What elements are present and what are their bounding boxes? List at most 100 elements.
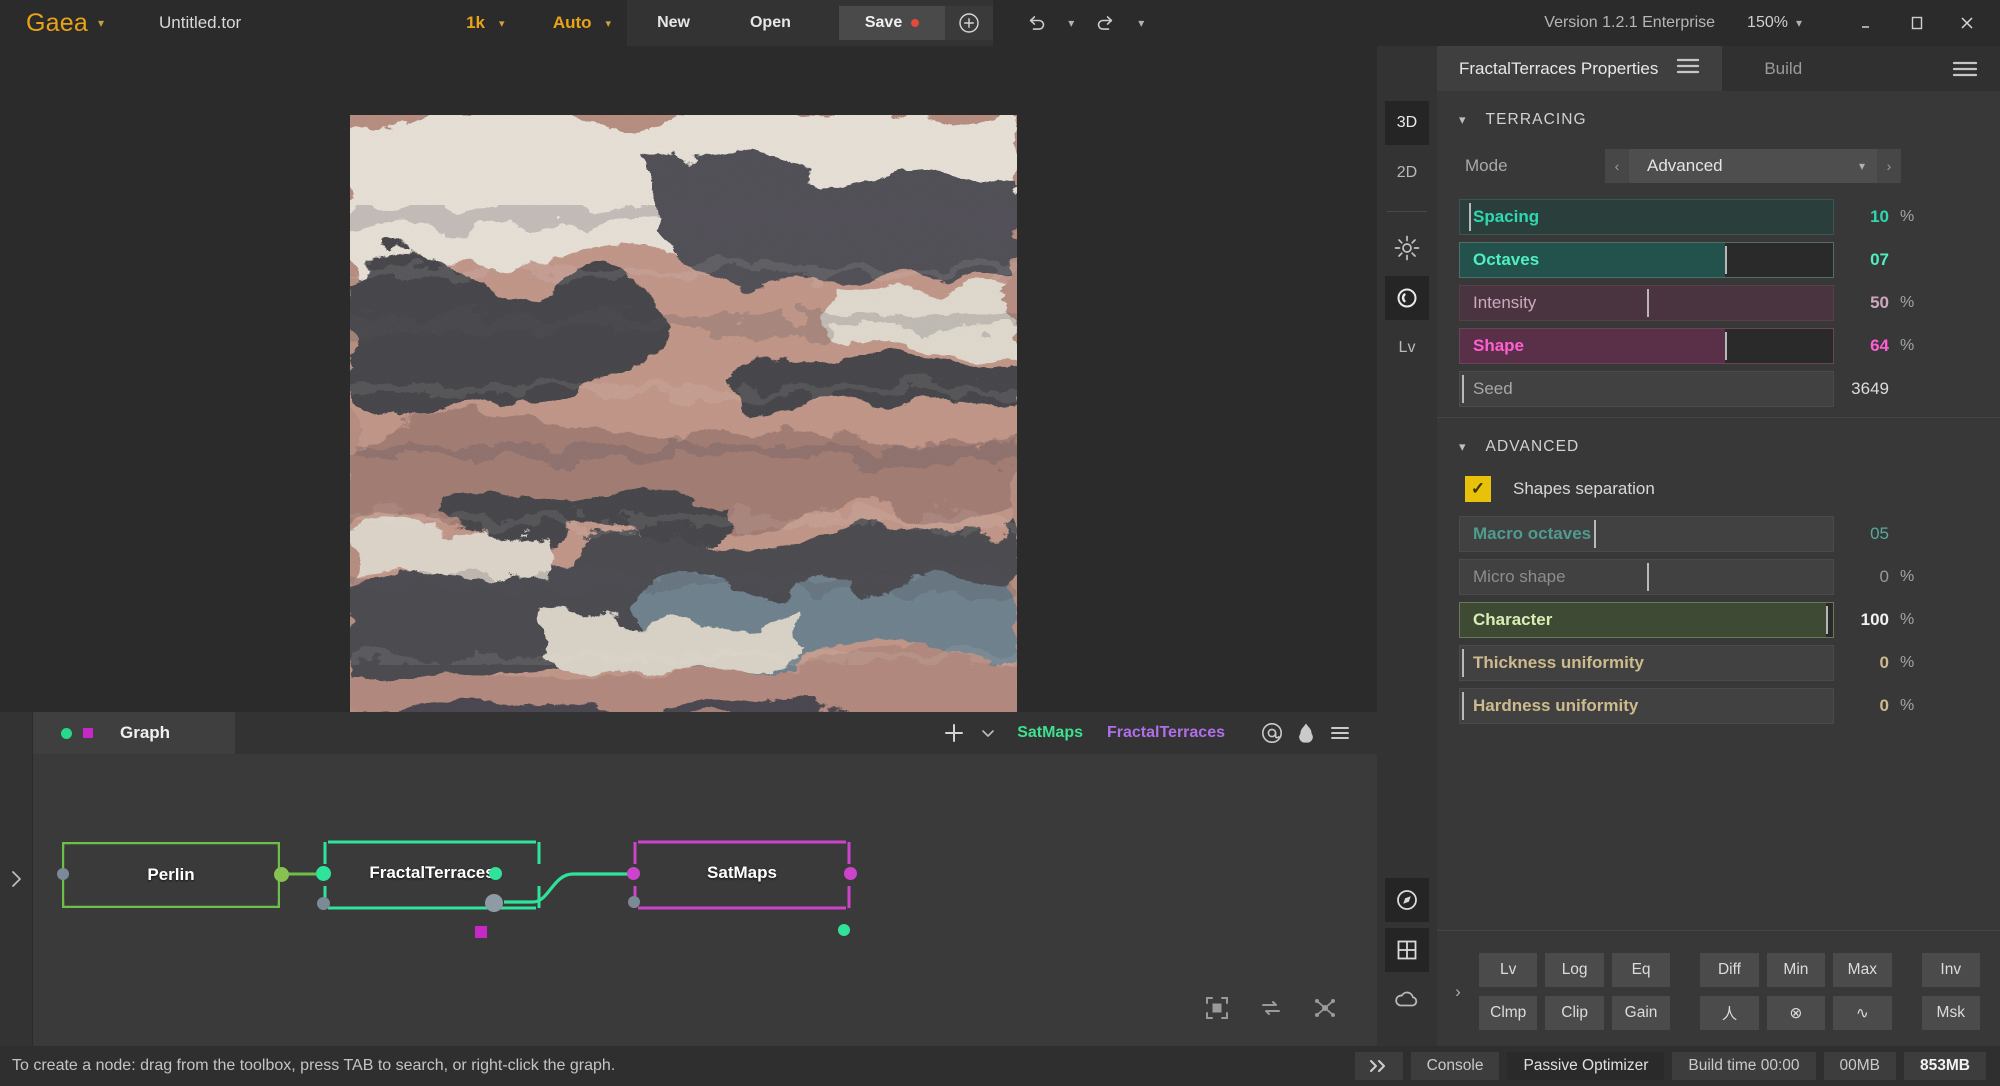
param-spacing-slider[interactable]: Spacing (1459, 199, 1834, 235)
node-port-perlin-output[interactable] (274, 867, 289, 882)
redo-button[interactable] (1089, 6, 1123, 40)
tab-node-properties[interactable]: FractalTerraces Properties (1437, 46, 1723, 91)
save-as-button[interactable] (945, 6, 994, 40)
grid-icon[interactable] (1385, 928, 1429, 972)
flame-icon[interactable] (1289, 712, 1323, 754)
op-diff-button[interactable]: Diff (1700, 953, 1759, 987)
op-gain-button[interactable]: Gain (1611, 996, 1671, 1030)
section-advanced-header[interactable]: ▾ ADVANCED (1437, 418, 2000, 470)
node-port-satmaps-input-mask[interactable] (628, 896, 640, 908)
mode-prev-button[interactable]: ‹ (1605, 149, 1629, 183)
slider-handle[interactable] (1825, 606, 1828, 634)
op-clip-button[interactable]: Clip (1545, 996, 1604, 1030)
graph-node-satmaps[interactable]: SatMaps (633, 840, 851, 910)
console-button[interactable]: Console (1410, 1052, 1500, 1080)
node-port-fractalterraces-input-primary[interactable] (316, 866, 331, 881)
param-intensity-value[interactable]: 50 (1834, 293, 1894, 313)
param-character-value[interactable]: 100 (1834, 610, 1894, 630)
param-hardness-uniformity-slider[interactable]: Hardness uniformity (1459, 688, 1834, 724)
save-button[interactable]: Save (838, 6, 946, 40)
mode-combobox[interactable]: ‹ Advanced ▾ › (1605, 149, 1901, 183)
graph-menu-icon[interactable] (1323, 712, 1357, 754)
properties-panel-menu-button[interactable] (1952, 46, 2000, 91)
graph-node-perlin[interactable]: Perlin (62, 842, 280, 908)
compass-icon[interactable] (1385, 878, 1429, 922)
param-hardness-uniformity-value[interactable]: 0 (1834, 696, 1894, 716)
undo-button[interactable] (1019, 6, 1053, 40)
slider-handle[interactable] (1646, 289, 1649, 317)
node-port-satmaps-output[interactable] (844, 867, 857, 880)
node-port-satmaps-output-bottom[interactable] (838, 924, 850, 936)
op-clmp-button[interactable]: Clmp (1479, 996, 1538, 1030)
op-lv-button[interactable]: Lv (1479, 953, 1538, 987)
tab-build[interactable]: Build (1722, 46, 1844, 91)
open-button[interactable]: Open (720, 0, 821, 46)
graph-tab[interactable]: Graph (33, 712, 235, 754)
param-macro-octaves-slider[interactable]: Macro octaves (1459, 516, 1834, 552)
op-max-button[interactable]: Max (1833, 953, 1892, 987)
node-port-fractalterraces-output-primary[interactable] (489, 867, 502, 880)
param-spacing-value[interactable]: 10 (1834, 207, 1894, 227)
op-min-button[interactable]: Min (1766, 953, 1826, 987)
terrain-viewport[interactable] (0, 46, 1377, 712)
reset-icon[interactable] (1255, 992, 1287, 1024)
mode-next-button[interactable]: › (1877, 149, 1901, 183)
terrain-render-image[interactable] (350, 115, 1017, 712)
view-3d-button[interactable]: 3D (1385, 101, 1429, 145)
param-seed-value[interactable]: 3649 (1834, 379, 1894, 399)
node-port-fractalterraces-output-bottom[interactable] (475, 926, 487, 938)
at-icon[interactable] (1255, 712, 1289, 754)
graph-node-fractalterraces[interactable]: FractalTerraces (323, 840, 541, 910)
checkbox-shapes-separation[interactable]: ✓ (1465, 476, 1491, 502)
properties-tab-menu-icon[interactable] (1676, 57, 1700, 80)
cloud-icon[interactable] (1385, 978, 1429, 1022)
build-mode-selector[interactable]: Auto ▾ (521, 0, 628, 46)
mode-value-dropdown[interactable]: Advanced ▾ (1629, 149, 1877, 183)
param-octaves-value[interactable]: 07 (1834, 250, 1894, 270)
graph-chip-satmaps[interactable]: SatMaps (1005, 724, 1095, 742)
graph-chip-fractalterraces[interactable]: FractalTerraces (1095, 724, 1237, 742)
resolution-selector[interactable]: 1k ▾ (414, 0, 521, 46)
sun-light-icon[interactable] (1385, 226, 1429, 270)
param-shape-slider[interactable]: Shape (1459, 328, 1834, 364)
param-intensity-slider[interactable]: Intensity (1459, 285, 1834, 321)
fit-view-icon[interactable] (1201, 992, 1233, 1024)
op-multiply-icon-button[interactable]: ⊗ (1766, 996, 1826, 1030)
new-button[interactable]: New (627, 0, 720, 46)
op-inv-button[interactable]: Inv (1921, 953, 1980, 987)
app-logo-menu[interactable]: Gaea ▾ (0, 0, 139, 46)
document-name[interactable]: Untitled.tor (139, 0, 414, 46)
op-curve-icon-button[interactable]: ∿ (1833, 996, 1892, 1030)
close-button[interactable] (1942, 0, 1992, 46)
levels-tool-button[interactable]: Lv (1385, 326, 1429, 370)
node-port-satmaps-input-primary[interactable] (627, 867, 640, 880)
add-node-dropdown[interactable] (971, 712, 1005, 754)
param-micro-shape-value[interactable]: 0 (1834, 567, 1894, 587)
node-port-fractalterraces-input-mask[interactable] (317, 897, 330, 910)
op-eq-button[interactable]: Eq (1611, 953, 1671, 987)
arrange-icon[interactable] (1309, 992, 1341, 1024)
post-process-icon[interactable] (1385, 276, 1429, 320)
slider-handle[interactable] (1724, 246, 1727, 274)
passive-optimizer-button[interactable]: Passive Optimizer (1507, 1052, 1665, 1080)
param-thickness-uniformity-slider[interactable]: Thickness uniformity (1459, 645, 1834, 681)
view-2d-button[interactable]: 2D (1385, 151, 1429, 195)
slider-handle[interactable] (1594, 520, 1597, 548)
maximize-button[interactable] (1892, 0, 1942, 46)
param-shape-value[interactable]: 64 (1834, 336, 1894, 356)
minimize-button[interactable] (1842, 0, 1892, 46)
section-terracing-header[interactable]: ▾ TERRACING (1437, 91, 2000, 143)
param-thickness-uniformity-value[interactable]: 0 (1834, 653, 1894, 673)
op-combine-icon-button[interactable]: 人 (1700, 996, 1759, 1030)
expand-console-icon[interactable] (1354, 1052, 1403, 1080)
param-micro-shape-slider[interactable]: Micro shape (1459, 559, 1834, 595)
node-port-fractalterraces-output-secondary[interactable] (485, 894, 503, 912)
graph-canvas[interactable]: Perlin FractalTerraces SatMaps (33, 754, 1377, 1046)
ui-zoom-selector[interactable]: 150% ▾ (1747, 14, 1842, 32)
add-node-button[interactable] (937, 712, 971, 754)
slider-handle[interactable] (1646, 563, 1649, 591)
redo-history-dropdown[interactable]: ▾ (1129, 6, 1153, 40)
slider-handle[interactable] (1724, 332, 1727, 360)
param-seed-slider[interactable]: Seed (1459, 371, 1834, 407)
node-port-perlin-input[interactable] (57, 868, 69, 880)
